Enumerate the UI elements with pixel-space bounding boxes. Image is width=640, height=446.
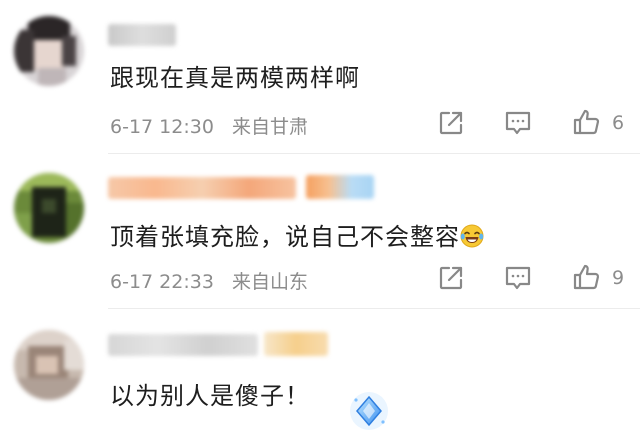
diamond-badge-icon [348,390,390,432]
username-blurred[interactable] [108,334,258,356]
comment-item-1: 跟现在真是两模两样啊 6-17 12:30 来自甘肃 6 [0,0,640,155]
comment-meta: 6-17 22:33 来自山东 [110,267,308,294]
comment-item-2: 顶着张填充脸，说自己不会整容 6-17 22:33 来自山东 9 [0,155,640,310]
comment-time: 6-17 12:30 [110,116,214,138]
thumbs-up-icon[interactable] [572,107,602,137]
like-count: 9 [612,267,625,289]
comment-text: 以为别人是傻子！ [110,382,310,410]
comment-location: 来自甘肃 [231,116,308,138]
divider [108,308,640,309]
username-blurred[interactable] [108,177,296,199]
thumbs-up-icon[interactable] [572,262,602,292]
user-badge-blurred [264,332,328,356]
share-icon[interactable] [436,263,466,293]
laughing-tears-emoji-icon [460,224,484,254]
comment-text-content: 顶着张填充脸，说自己不会整容 [110,223,460,251]
comment-text: 顶着张填充脸，说自己不会整容 [110,217,484,254]
comment-meta: 6-17 12:30 来自甘肃 [110,112,308,139]
share-icon[interactable] [436,108,466,138]
divider [108,153,640,154]
user-badge-blurred [306,175,374,199]
avatar[interactable] [14,16,84,86]
like-count: 6 [612,112,625,134]
comment-icon[interactable] [503,108,533,138]
comment-item-3: 以为别人是傻子！ [0,310,640,446]
avatar[interactable] [14,173,84,243]
username-blurred[interactable] [108,24,176,46]
comment-location: 来自山东 [231,271,308,293]
avatar[interactable] [14,330,84,400]
comment-time: 6-17 22:33 [110,271,214,293]
comment-text: 跟现在真是两模两样啊 [110,64,360,92]
comment-icon[interactable] [503,263,533,293]
